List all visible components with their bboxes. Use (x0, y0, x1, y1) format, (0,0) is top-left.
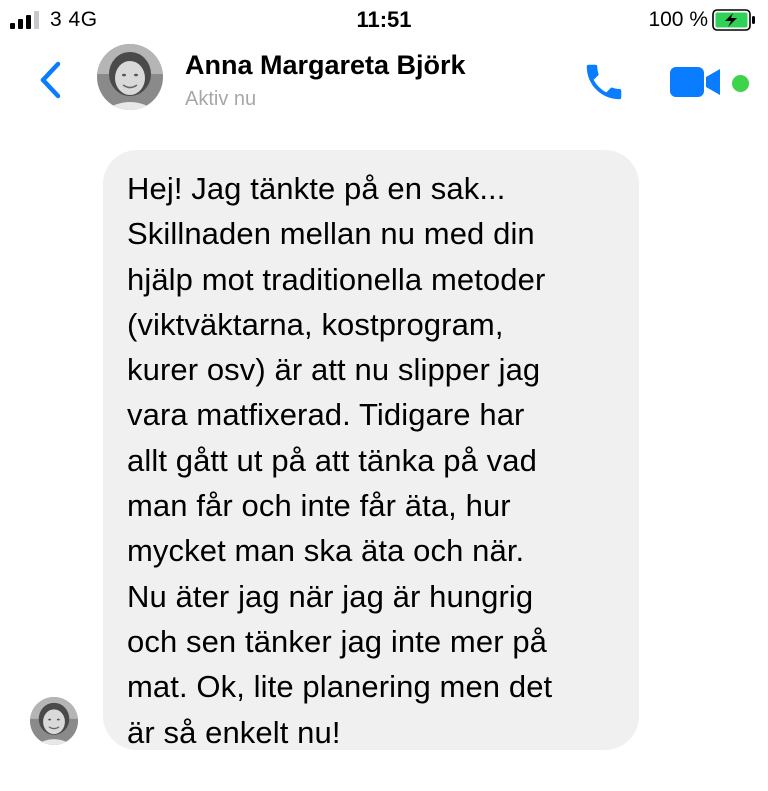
battery-percentage: 100 % (648, 8, 708, 31)
back-button[interactable] (30, 54, 70, 106)
contact-name[interactable]: Anna Margareta Björk (185, 50, 466, 81)
online-dot-icon (729, 72, 752, 95)
message-thread: Hej! Jag tänkte på en sak... Skillnaden … (0, 130, 768, 791)
back-chevron-icon (40, 61, 61, 99)
avatar[interactable] (97, 44, 163, 110)
sender-avatar[interactable] (30, 697, 78, 745)
chat-header: Anna Margareta Björk Aktiv nu (0, 40, 768, 130)
battery-charging-icon (712, 9, 755, 31)
status-bar: 3 4G 11:51 100 % (0, 0, 768, 40)
phone-icon (586, 64, 622, 100)
video-call-button[interactable] (666, 62, 726, 102)
messenger-screen: 3 4G 11:51 100 % Anna Margareta Björk Ak… (0, 0, 768, 791)
message-text: Hej! Jag tänkte på en sak... Skillnaden … (127, 171, 553, 750)
active-status: Aktiv nu (185, 88, 257, 110)
message-bubble[interactable]: Hej! Jag tänkte på en sak... Skillnaden … (103, 150, 639, 750)
audio-call-button[interactable] (578, 56, 630, 108)
video-camera-icon (670, 67, 720, 97)
avatar-photo (97, 44, 163, 110)
avatar-photo (30, 697, 78, 745)
